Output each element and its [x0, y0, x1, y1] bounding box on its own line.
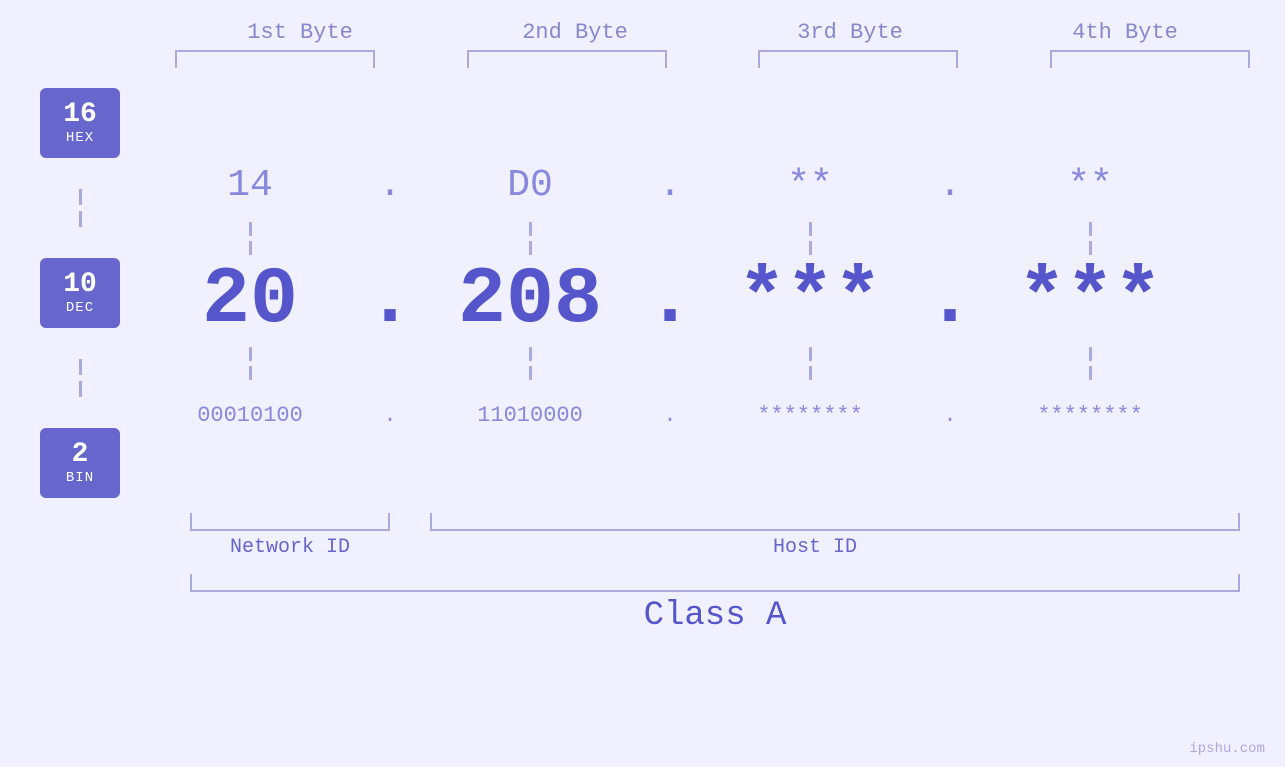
class-label-row: Class A [190, 597, 1240, 635]
bin-val-1: 00010100 [130, 403, 370, 428]
bin-val-4: ******** [970, 403, 1210, 428]
hex-val-4: ** [970, 164, 1210, 207]
watermark: ipshu.com [1189, 741, 1265, 757]
bin-name: BIN [66, 470, 94, 486]
bin-val-2: 11010000 [410, 403, 650, 428]
hex-dot-1: . [370, 164, 410, 207]
class-bracket [190, 574, 1240, 592]
host-id-label: Host ID [390, 536, 1240, 559]
bin-row: 00010100 . 11010000 . ******** . *******… [130, 381, 1285, 451]
eq2-2 [410, 347, 650, 380]
dec-dot-1: . [370, 255, 410, 346]
dec-val-1: 20 [130, 255, 370, 346]
hex-val-2: D0 [410, 164, 650, 207]
bracket-2 [467, 50, 667, 68]
bin-dot-1: . [370, 403, 410, 428]
bin-num: 2 [72, 440, 89, 471]
bracket-3 [758, 50, 958, 68]
hex-name: HEX [66, 130, 94, 146]
equals-row-2 [130, 346, 1285, 381]
eq2-4 [970, 347, 1210, 380]
id-labels: Network ID Host ID [190, 536, 1240, 559]
hex-dot-3: . [930, 164, 970, 207]
byte-header-1: 1st Byte [190, 20, 410, 45]
dec-row: 20 . 208 . *** . *** [130, 256, 1285, 346]
main-container: 1st Byte 2nd Byte 3rd Byte 4th Byte 16 H… [0, 0, 1285, 767]
hex-val-3: ** [690, 164, 930, 207]
dec-val-4: *** [970, 255, 1210, 346]
eq-2 [410, 222, 650, 255]
values-grid: 14 . D0 . ** . ** [130, 136, 1285, 451]
class-label: Class A [190, 597, 1240, 635]
network-bracket [190, 513, 390, 531]
top-brackets [163, 50, 1263, 68]
network-id-label: Network ID [190, 536, 390, 559]
byte-header-3: 3rd Byte [740, 20, 960, 45]
dec-name: DEC [66, 300, 94, 316]
bin-val-3: ******** [690, 403, 930, 428]
byte-headers: 1st Byte 2nd Byte 3rd Byte 4th Byte [163, 20, 1263, 45]
hex-dot-2: . [650, 164, 690, 207]
eq2-1 [130, 347, 370, 380]
eq2-3 [690, 347, 930, 380]
eq-3 [690, 222, 930, 255]
bin-dot-3: . [930, 403, 970, 428]
hex-badge: 16 HEX [40, 88, 120, 158]
bottom-area: Network ID Host ID Class A [0, 513, 1285, 635]
bracket-1 [175, 50, 375, 68]
hex-num: 16 [63, 100, 97, 131]
eq-1 [130, 222, 370, 255]
equals-row-1 [130, 221, 1285, 256]
dec-badge: 10 DEC [40, 258, 120, 328]
hex-val-1: 14 [130, 164, 370, 207]
byte-header-4: 4th Byte [1015, 20, 1235, 45]
class-bracket-row [190, 574, 1240, 592]
dec-dot-3: . [930, 255, 970, 346]
bin-badge: 2 BIN [40, 428, 120, 498]
dec-dot-2: . [650, 255, 690, 346]
host-bracket [430, 513, 1240, 531]
dec-num: 10 [63, 270, 97, 301]
bracket-spacer-1 [390, 513, 430, 531]
byte-header-2: 2nd Byte [465, 20, 685, 45]
bin-dot-2: . [650, 403, 690, 428]
eq-4 [970, 222, 1210, 255]
bottom-bracket-row [190, 513, 1240, 531]
data-area: 16 HEX 10 DEC 2 BIN [0, 78, 1285, 508]
base-labels: 16 HEX 10 DEC 2 BIN [40, 78, 120, 508]
dec-val-2: 208 [410, 255, 650, 346]
hex-row: 14 . D0 . ** . ** [130, 151, 1285, 221]
bracket-4 [1050, 50, 1250, 68]
dec-val-3: *** [690, 255, 930, 346]
